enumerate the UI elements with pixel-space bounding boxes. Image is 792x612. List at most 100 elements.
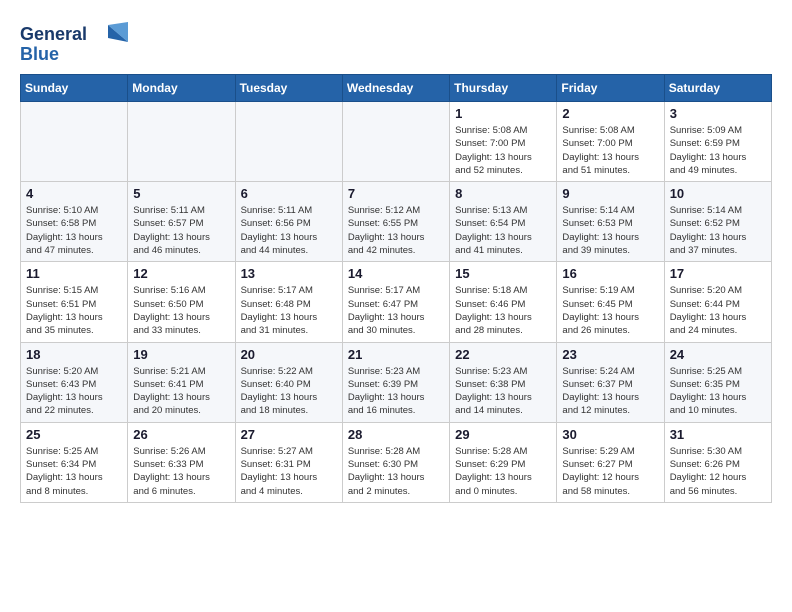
day-number: 31 xyxy=(670,427,766,442)
day-info: Sunrise: 5:28 AMSunset: 6:29 PMDaylight:… xyxy=(455,445,551,498)
day-number: 12 xyxy=(133,266,229,281)
day-number: 13 xyxy=(241,266,337,281)
day-cell-22: 22Sunrise: 5:23 AMSunset: 6:38 PMDayligh… xyxy=(450,342,557,422)
weekday-thursday: Thursday xyxy=(450,75,557,102)
day-info: Sunrise: 5:09 AMSunset: 6:59 PMDaylight:… xyxy=(670,124,766,177)
day-cell-28: 28 Sunrise: 5:28 AMSunset: 6:30 PMDayligh… xyxy=(342,422,449,502)
day-info: Sunrise: 5:20 AMSunset: 6:43 PMDaylight:… xyxy=(26,365,122,418)
weekday-monday: Monday xyxy=(128,75,235,102)
weekday-sunday: Sunday xyxy=(21,75,128,102)
weekday-header-row: SundayMondayTuesdayWednesdayThursdayFrid… xyxy=(21,75,772,102)
day-cell-empty xyxy=(128,102,235,182)
day-cell-14: 14 Sunrise: 5:17 AMSunset: 6:47 PMDayligh… xyxy=(342,262,449,342)
day-cell-6: 6 Sunrise: 5:11 AMSunset: 6:56 PMDaylight… xyxy=(235,182,342,262)
week-row-5: 25 Sunrise: 5:25 AMSunset: 6:34 PMDayligh… xyxy=(21,422,772,502)
day-info: Sunrise: 5:24 AMSunset: 6:37 PMDaylight:… xyxy=(562,365,658,418)
day-cell-1: 1Sunrise: 5:08 AMSunset: 7:00 PMDaylight… xyxy=(450,102,557,182)
day-number: 11 xyxy=(26,266,122,281)
day-cell-10: 10 Sunrise: 5:14 AMSunset: 6:52 PMDayligh… xyxy=(664,182,771,262)
day-cell-23: 23 Sunrise: 5:24 AMSunset: 6:37 PMDayligh… xyxy=(557,342,664,422)
day-info: Sunrise: 5:23 AMSunset: 6:38 PMDaylight:… xyxy=(455,365,551,418)
day-number: 3 xyxy=(670,106,766,121)
day-info: Sunrise: 5:11 AMSunset: 6:56 PMDaylight:… xyxy=(241,204,337,257)
day-cell-empty xyxy=(21,102,128,182)
day-cell-21: 21Sunrise: 5:23 AMSunset: 6:39 PMDayligh… xyxy=(342,342,449,422)
day-cell-16: 16 Sunrise: 5:19 AMSunset: 6:45 PMDayligh… xyxy=(557,262,664,342)
day-cell-17: 17 Sunrise: 5:20 AMSunset: 6:44 PMDayligh… xyxy=(664,262,771,342)
day-cell-12: 12Sunrise: 5:16 AMSunset: 6:50 PMDayligh… xyxy=(128,262,235,342)
day-number: 26 xyxy=(133,427,229,442)
day-info: Sunrise: 5:20 AMSunset: 6:44 PMDaylight:… xyxy=(670,284,766,337)
day-cell-11: 11 Sunrise: 5:15 AMSunset: 6:51 PMDayligh… xyxy=(21,262,128,342)
day-number: 23 xyxy=(562,347,658,362)
day-number: 7 xyxy=(348,186,444,201)
day-number: 15 xyxy=(455,266,551,281)
week-row-1: 1 Sunrise: 5:08 AMSunset: 7:00 PMDaylight… xyxy=(21,102,772,182)
svg-text:Blue: Blue xyxy=(20,44,59,64)
day-number: 25 xyxy=(26,427,122,442)
day-info: Sunrise: 5:18 AMSunset: 6:46 PMDaylight:… xyxy=(455,284,551,337)
weekday-saturday: Saturday xyxy=(664,75,771,102)
day-number: 30 xyxy=(562,427,658,442)
day-number: 17 xyxy=(670,266,766,281)
day-cell-empty xyxy=(235,102,342,182)
day-info: Sunrise: 5:25 AMSunset: 6:34 PMDaylight:… xyxy=(26,445,122,498)
weekday-wednesday: Wednesday xyxy=(342,75,449,102)
day-info: Sunrise: 5:26 AMSunset: 6:33 PMDaylight:… xyxy=(133,445,229,498)
day-number: 20 xyxy=(241,347,337,362)
day-number: 6 xyxy=(241,186,337,201)
day-cell-empty xyxy=(342,102,449,182)
day-info: Sunrise: 5:10 AMSunset: 6:58 PMDaylight:… xyxy=(26,204,122,257)
day-info: Sunrise: 5:11 AMSunset: 6:57 PMDaylight:… xyxy=(133,204,229,257)
day-info: Sunrise: 5:22 AMSunset: 6:40 PMDaylight:… xyxy=(241,365,337,418)
day-number: 2 xyxy=(562,106,658,121)
day-cell-30: 30 Sunrise: 5:29 AMSunset: 6:27 PMDayligh… xyxy=(557,422,664,502)
day-number: 10 xyxy=(670,186,766,201)
day-number: 8 xyxy=(455,186,551,201)
day-cell-15: 15 Sunrise: 5:18 AMSunset: 6:46 PMDayligh… xyxy=(450,262,557,342)
day-info: Sunrise: 5:15 AMSunset: 6:51 PMDaylight:… xyxy=(26,284,122,337)
day-info: Sunrise: 5:21 AMSunset: 6:41 PMDaylight:… xyxy=(133,365,229,418)
day-cell-4: 4 Sunrise: 5:10 AMSunset: 6:58 PMDaylight… xyxy=(21,182,128,262)
day-number: 5 xyxy=(133,186,229,201)
day-number: 16 xyxy=(562,266,658,281)
day-cell-3: 3 Sunrise: 5:09 AMSunset: 6:59 PMDaylight… xyxy=(664,102,771,182)
logo: GeneralBlue xyxy=(20,20,130,64)
day-number: 14 xyxy=(348,266,444,281)
day-cell-27: 27 Sunrise: 5:27 AMSunset: 6:31 PMDayligh… xyxy=(235,422,342,502)
week-row-3: 11 Sunrise: 5:15 AMSunset: 6:51 PMDayligh… xyxy=(21,262,772,342)
day-info: Sunrise: 5:19 AMSunset: 6:45 PMDaylight:… xyxy=(562,284,658,337)
day-cell-29: 29 Sunrise: 5:28 AMSunset: 6:29 PMDayligh… xyxy=(450,422,557,502)
day-cell-19: 19 Sunrise: 5:21 AMSunset: 6:41 PMDayligh… xyxy=(128,342,235,422)
day-number: 21 xyxy=(348,347,444,362)
day-info: Sunrise: 5:28 AMSunset: 6:30 PMDaylight:… xyxy=(348,445,444,498)
day-info: Sunrise: 5:25 AMSunset: 6:35 PMDaylight:… xyxy=(670,365,766,418)
day-info: Sunrise: 5:17 AMSunset: 6:47 PMDaylight:… xyxy=(348,284,444,337)
day-number: 28 xyxy=(348,427,444,442)
day-cell-7: 7 Sunrise: 5:12 AMSunset: 6:55 PMDaylight… xyxy=(342,182,449,262)
day-info: Sunrise: 5:29 AMSunset: 6:27 PMDaylight:… xyxy=(562,445,658,498)
day-number: 29 xyxy=(455,427,551,442)
day-number: 9 xyxy=(562,186,658,201)
day-number: 1 xyxy=(455,106,551,121)
week-row-2: 4 Sunrise: 5:10 AMSunset: 6:58 PMDaylight… xyxy=(21,182,772,262)
day-info: Sunrise: 5:12 AMSunset: 6:55 PMDaylight:… xyxy=(348,204,444,257)
day-number: 27 xyxy=(241,427,337,442)
week-row-4: 18Sunrise: 5:20 AMSunset: 6:43 PMDayligh… xyxy=(21,342,772,422)
svg-text:General: General xyxy=(20,24,87,44)
day-cell-25: 25 Sunrise: 5:25 AMSunset: 6:34 PMDayligh… xyxy=(21,422,128,502)
weekday-friday: Friday xyxy=(557,75,664,102)
day-cell-8: 8 Sunrise: 5:13 AMSunset: 6:54 PMDaylight… xyxy=(450,182,557,262)
day-cell-2: 2 Sunrise: 5:08 AMSunset: 7:00 PMDaylight… xyxy=(557,102,664,182)
day-info: Sunrise: 5:08 AMSunset: 7:00 PMDaylight:… xyxy=(562,124,658,177)
day-info: Sunrise: 5:30 AMSunset: 6:26 PMDaylight:… xyxy=(670,445,766,498)
day-info: Sunrise: 5:13 AMSunset: 6:54 PMDaylight:… xyxy=(455,204,551,257)
day-number: 19 xyxy=(133,347,229,362)
day-number: 4 xyxy=(26,186,122,201)
day-cell-13: 13Sunrise: 5:17 AMSunset: 6:48 PMDayligh… xyxy=(235,262,342,342)
day-cell-26: 26 Sunrise: 5:26 AMSunset: 6:33 PMDayligh… xyxy=(128,422,235,502)
day-cell-9: 9Sunrise: 5:14 AMSunset: 6:53 PMDaylight… xyxy=(557,182,664,262)
day-info: Sunrise: 5:27 AMSunset: 6:31 PMDaylight:… xyxy=(241,445,337,498)
day-info: Sunrise: 5:14 AMSunset: 6:52 PMDaylight:… xyxy=(670,204,766,257)
day-number: 24 xyxy=(670,347,766,362)
